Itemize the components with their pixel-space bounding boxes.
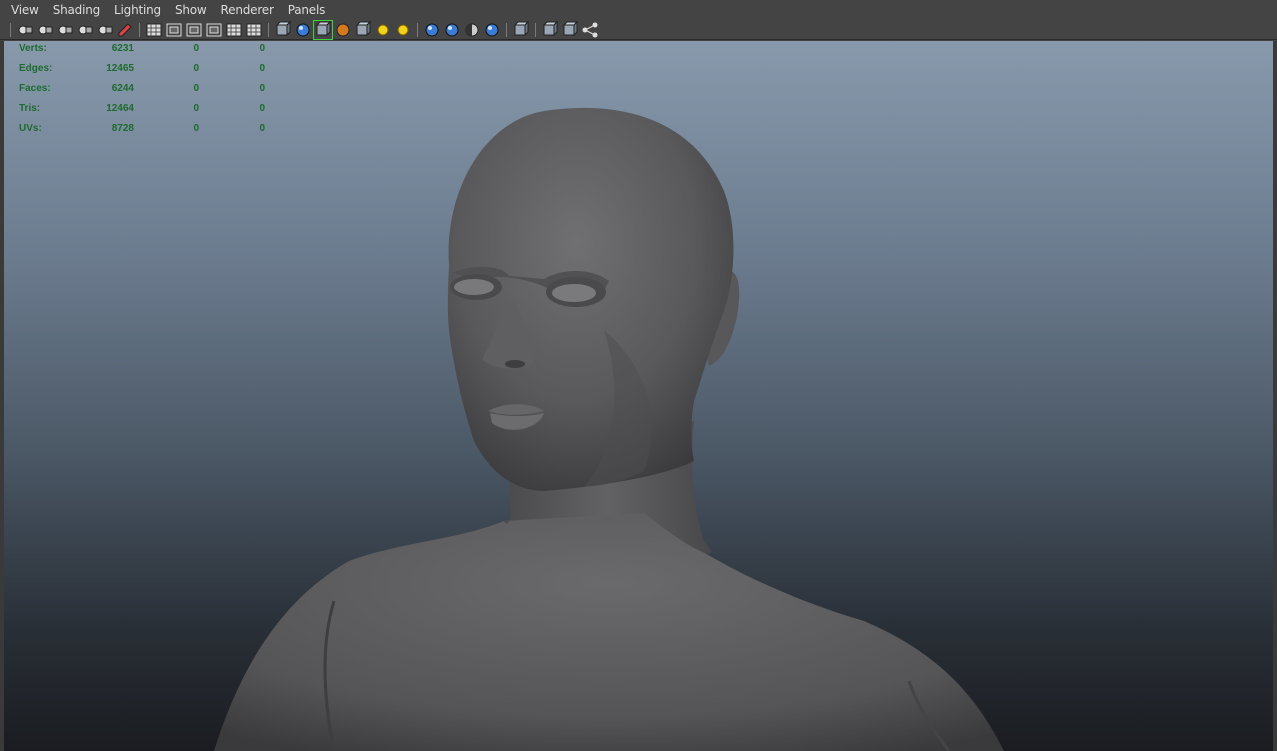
hud-highlighted-value: 0: [259, 83, 265, 94]
image-plane-icon[interactable]: [76, 21, 94, 39]
motion-blur-icon[interactable]: [463, 21, 481, 39]
hud-highlighted-value: 0: [259, 43, 265, 54]
hud-row: Tris: 12464 0 0: [4, 103, 274, 117]
head-bust-model[interactable]: [4, 41, 1273, 751]
panel-menubar: View Shading Lighting Show Renderer Pane…: [0, 0, 1277, 20]
hud-label: Verts:: [19, 43, 47, 54]
hud-row: Faces: 6244 0 0: [4, 83, 274, 97]
xray-active-icon[interactable]: [561, 20, 579, 39]
hud-label: Edges:: [19, 63, 53, 74]
maya-viewport-panel: View Shading Lighting Show Renderer Pane…: [0, 0, 1277, 751]
3d-viewport[interactable]: Verts: 6231 0 0 Edges: 12465 0 0 Faces: 6244 0 0 Tri…: [4, 41, 1273, 751]
hud-total-value: 6244: [111, 83, 134, 94]
grease-pencil-icon[interactable]: [116, 21, 134, 39]
hud-label: Tris:: [19, 103, 41, 114]
menu-panels[interactable]: Panels: [281, 3, 332, 17]
camera-select-icon[interactable]: [16, 21, 34, 39]
hud-selected-value: 0: [193, 43, 199, 54]
toolbar-separator: [268, 22, 269, 37]
hud-total-value: 6231: [111, 43, 134, 54]
hud-total-value: 8728: [111, 123, 134, 134]
default-light-icon[interactable]: [374, 21, 392, 39]
hud-row: UVs: 8728 0 0: [4, 123, 274, 137]
bookmarks-icon[interactable]: [56, 21, 74, 39]
menu-renderer[interactable]: Renderer: [214, 3, 281, 17]
hud-label: UVs:: [19, 123, 42, 134]
menu-view[interactable]: View: [4, 3, 46, 17]
hud-selected-value: 0: [193, 83, 199, 94]
resolution-gate-icon[interactable]: [185, 21, 203, 39]
nostril-shape: [505, 360, 525, 368]
toolbar-separator: [139, 22, 140, 37]
smooth-shade-icon[interactable]: [294, 21, 312, 39]
screen-space-ao-icon[interactable]: [443, 21, 461, 39]
node-editor-icon[interactable]: [581, 21, 599, 39]
panel-toolbar: [0, 19, 1277, 40]
right-eye-lid: [552, 284, 596, 302]
torso-shape: [214, 511, 1004, 751]
hud-label: Faces:: [19, 83, 51, 94]
toolbar-separator: [10, 22, 11, 37]
toolbar-separator: [506, 22, 507, 37]
hud-highlighted-value: 0: [259, 123, 265, 134]
hud-row: Verts: 6231 0 0: [4, 43, 274, 57]
all-lights-icon[interactable]: [394, 21, 412, 39]
menu-show[interactable]: Show: [168, 3, 214, 17]
hud-total-value: 12465: [106, 63, 134, 74]
xray-joints-icon[interactable]: [541, 20, 559, 39]
hud-total-value: 12464: [106, 103, 134, 114]
hud-highlighted-value: 0: [259, 63, 265, 74]
shadows-icon[interactable]: [423, 21, 441, 39]
menu-shading[interactable]: Shading: [46, 3, 107, 17]
hud-highlighted-value: 0: [259, 103, 265, 114]
field-chart-icon[interactable]: [225, 21, 243, 39]
gate-mask-icon[interactable]: [205, 21, 223, 39]
multisample-aa-icon[interactable]: [483, 21, 501, 39]
textured-icon[interactable]: [354, 20, 372, 39]
left-eye-lid: [454, 279, 494, 295]
wireframe-on-shaded-icon[interactable]: [313, 19, 333, 40]
hud-row: Edges: 12465 0 0: [4, 63, 274, 77]
menu-lighting[interactable]: Lighting: [107, 3, 168, 17]
hud-selected-value: 0: [193, 123, 199, 134]
isolate-select-icon[interactable]: [512, 20, 530, 39]
camera-attributes-icon[interactable]: [36, 21, 54, 39]
toolbar-separator: [535, 22, 536, 37]
film-gate-icon[interactable]: [165, 21, 183, 39]
wireframe-icon[interactable]: [274, 20, 292, 39]
hud-selected-value: 0: [193, 103, 199, 114]
safe-title-icon[interactable]: [245, 21, 263, 39]
2d-pan-zoom-icon[interactable]: [96, 21, 114, 39]
xray-icon[interactable]: [334, 21, 352, 39]
panel-border-right: [1273, 41, 1277, 751]
toolbar-separator: [417, 22, 418, 37]
grid-icon[interactable]: [145, 21, 163, 39]
hud-selected-value: 0: [193, 63, 199, 74]
